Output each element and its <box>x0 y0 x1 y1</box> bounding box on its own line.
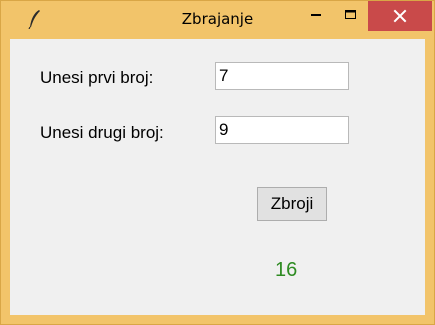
maximize-button[interactable] <box>337 1 365 29</box>
app-window: Zbrajanje Unesi prvi broj: Unesi drugi b… <box>0 0 435 325</box>
titlebar[interactable]: Zbrajanje <box>1 1 434 39</box>
form-area: Unesi prvi broj: Unesi drugi broj: Zbroj… <box>10 39 425 315</box>
maximize-icon <box>345 10 356 19</box>
close-icon <box>393 9 407 23</box>
close-button[interactable] <box>368 1 432 31</box>
minimize-icon <box>311 14 321 16</box>
second-number-label: Unesi drugi broj: <box>40 123 164 142</box>
second-number-input[interactable] <box>215 116 349 144</box>
feather-icon <box>28 10 40 29</box>
minimize-button[interactable] <box>297 1 333 29</box>
sum-button[interactable]: Zbroji <box>257 187 327 221</box>
first-number-label: Unesi prvi broj: <box>40 68 154 87</box>
result-label: 16 <box>275 259 298 281</box>
first-number-input[interactable] <box>215 62 349 90</box>
